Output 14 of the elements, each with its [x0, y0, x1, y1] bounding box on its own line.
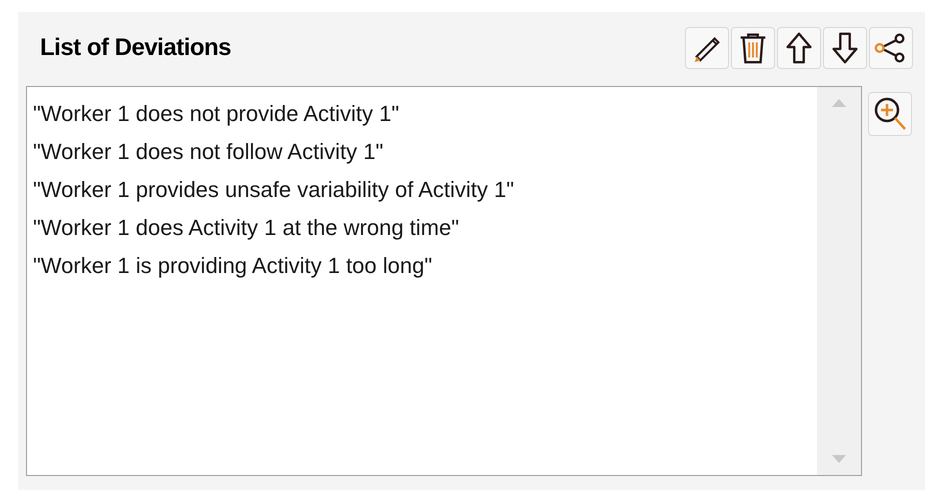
panel-title: List of Deviations — [40, 33, 232, 63]
deviation-list[interactable] — [26, 86, 862, 476]
up-arrow-button[interactable] — [777, 27, 821, 69]
deviation-item[interactable]: "Worker 1 does not provide Activity 1" — [33, 95, 400, 133]
pencil-button[interactable] — [685, 27, 729, 69]
share-button[interactable] — [869, 27, 913, 69]
zoom-in-icon — [873, 96, 907, 132]
down-arrow-button[interactable] — [823, 27, 867, 69]
zoom-in-button[interactable] — [868, 92, 912, 136]
deviation-item[interactable]: "Worker 1 does Activity 1 at the wrong time" — [33, 209, 460, 247]
deviation-item[interactable]: "Worker 1 does not follow Activity 1" — [33, 133, 384, 171]
deviation-item[interactable]: "Worker 1 is providing Activity 1 too long" — [33, 247, 432, 285]
deviation-item[interactable]: "Worker 1 provides unsafe variability of Activity 1" — [33, 171, 514, 209]
trash-button[interactable] — [731, 27, 775, 69]
